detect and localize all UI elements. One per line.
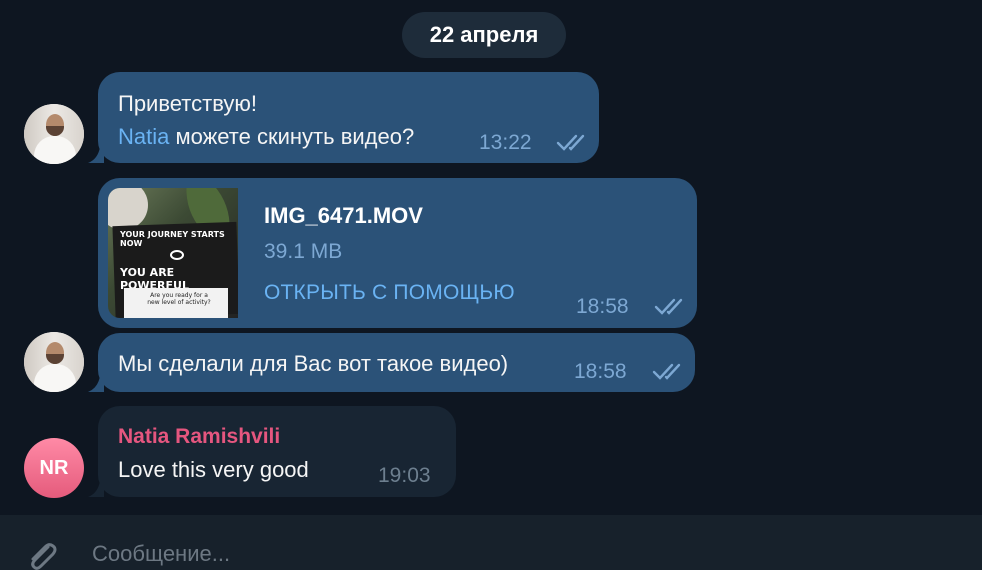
avatar[interactable]: NR bbox=[24, 438, 84, 498]
message-input[interactable] bbox=[92, 537, 792, 570]
message-bubble[interactable]: Приветствую! Natia можете скинуть видео?… bbox=[88, 72, 599, 163]
message-text: Мы сделали для Вас вот такое видео) bbox=[118, 351, 509, 376]
message-text: Natia можете скинуть видео? bbox=[118, 124, 414, 150]
file-message-bubble[interactable]: YOUR JOURNEY STARTS NOW YOU ARE POWERFUL… bbox=[98, 178, 697, 328]
message-text: Приветствую! bbox=[118, 91, 258, 116]
message-time: 19:03 bbox=[378, 464, 431, 487]
sender-name[interactable]: Natia Ramishvili bbox=[118, 425, 280, 449]
message-time: 18:58 bbox=[574, 360, 627, 383]
paperclip-icon[interactable] bbox=[22, 537, 62, 570]
message-bubble[interactable]: Мы сделали для Вас вот такое видео) 18:5… bbox=[88, 333, 695, 392]
thumbnail-text: YOUR JOURNEY STARTS NOW bbox=[120, 230, 225, 248]
message-text: можете скинуть видео? bbox=[169, 124, 415, 149]
thumbnail-text: Are you ready for a new level of activit… bbox=[147, 292, 211, 306]
message-text: Love this very good bbox=[118, 457, 309, 482]
message-time: 13:22 bbox=[479, 131, 532, 154]
message-time: 18:58 bbox=[576, 295, 629, 318]
video-thumbnail[interactable]: YOUR JOURNEY STARTS NOW YOU ARE POWERFUL… bbox=[108, 188, 238, 318]
avatar[interactable] bbox=[24, 332, 84, 392]
mention-link[interactable]: Natia bbox=[118, 124, 169, 149]
avatar[interactable] bbox=[24, 104, 84, 164]
file-size: 39.1 MB bbox=[264, 240, 343, 263]
double-check-icon bbox=[652, 363, 681, 380]
message-composer bbox=[0, 515, 982, 570]
file-name[interactable]: IMG_6471.MOV bbox=[264, 203, 423, 229]
double-check-icon bbox=[654, 298, 683, 315]
date-separator: 22 апреля bbox=[402, 12, 566, 58]
open-with-button[interactable]: ОТКРЫТЬ С ПОМОЩЬЮ bbox=[264, 281, 515, 305]
message-bubble[interactable]: Natia Ramishvili Love this very good 19:… bbox=[88, 406, 456, 497]
double-check-icon bbox=[556, 134, 585, 151]
